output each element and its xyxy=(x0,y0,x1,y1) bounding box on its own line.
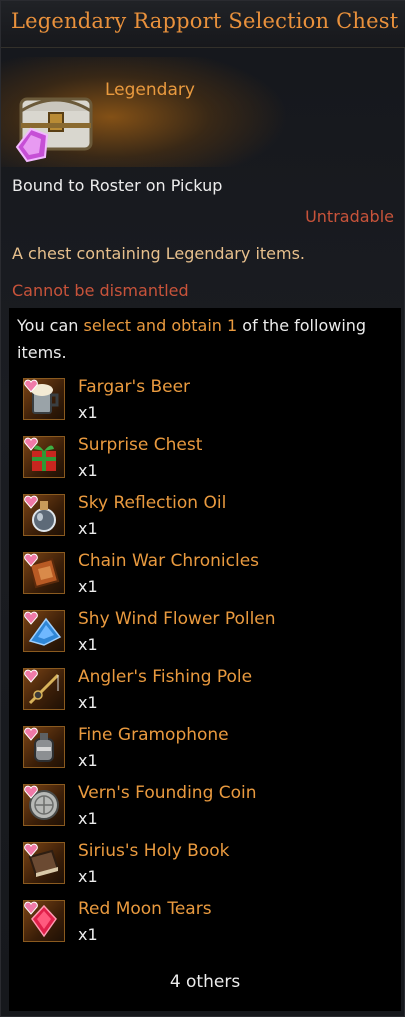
list-item[interactable]: Angler's Fishing Pole x1 xyxy=(9,665,401,721)
untradable-status: Untradable xyxy=(305,207,394,226)
list-item[interactable]: Sirius's Holy Book x1 xyxy=(9,839,401,895)
dismantle-status: Cannot be dismantled xyxy=(12,281,189,300)
item-quantity: x1 xyxy=(78,809,98,828)
item-name: Angler's Fishing Pole xyxy=(78,667,253,687)
item-tooltip: Legendary Rapport Selection Chest Legend… xyxy=(0,0,405,1017)
potion-flask-icon xyxy=(23,494,65,536)
heart-icon xyxy=(24,495,38,509)
item-quantity: x1 xyxy=(78,693,98,712)
item-quantity: x1 xyxy=(78,751,98,770)
beer-mug-icon xyxy=(23,378,65,420)
item-title: Legendary Rapport Selection Chest xyxy=(11,9,399,33)
heart-icon xyxy=(24,843,38,857)
list-item[interactable]: Shy Wind Flower Pollen x1 xyxy=(9,607,401,663)
chest-icon xyxy=(11,77,97,163)
item-quantity: x1 xyxy=(78,867,98,886)
title-bar: Legendary Rapport Selection Chest xyxy=(1,1,405,48)
item-quantity: x1 xyxy=(78,403,98,422)
grade-label: Legendary xyxy=(105,80,195,100)
heart-icon xyxy=(24,669,38,683)
heart-icon xyxy=(24,553,38,567)
item-name: Surprise Chest xyxy=(78,435,203,455)
item-name: Chain War Chronicles xyxy=(78,551,260,571)
selection-instruction: You can select and obtain 1 of the follo… xyxy=(17,312,387,366)
item-quantity: x1 xyxy=(78,577,98,596)
item-name: Red Moon Tears xyxy=(78,899,212,919)
bound-status: Bound to Roster on Pickup xyxy=(12,176,223,195)
item-name: Sirius's Holy Book xyxy=(78,841,230,861)
holy-book-icon xyxy=(23,842,65,884)
item-name: Shy Wind Flower Pollen xyxy=(78,609,276,629)
heart-icon xyxy=(24,901,38,915)
heart-icon xyxy=(24,611,38,625)
item-name: Sky Reflection Oil xyxy=(78,493,227,513)
list-item[interactable]: Red Moon Tears x1 xyxy=(9,897,401,953)
item-description: A chest containing Legendary items. xyxy=(12,244,306,263)
item-quantity: x1 xyxy=(78,635,98,654)
heart-icon xyxy=(24,379,38,393)
item-name: Fargar's Beer xyxy=(78,377,191,397)
list-item[interactable]: Surprise Chest x1 xyxy=(9,433,401,489)
item-name: Fine Gramophone xyxy=(78,725,229,745)
more-items-label: 4 others xyxy=(169,972,241,992)
list-item[interactable]: Vern's Founding Coin x1 xyxy=(9,781,401,837)
heart-icon xyxy=(24,727,38,741)
list-item[interactable]: Fine Gramophone x1 xyxy=(9,723,401,779)
selection-prefix: You can xyxy=(17,316,84,335)
gift-box-icon xyxy=(23,436,65,478)
red-gem-icon xyxy=(23,900,65,942)
item-name: Vern's Founding Coin xyxy=(78,783,257,803)
list-item[interactable]: Chain War Chronicles x1 xyxy=(9,549,401,605)
selection-highlight: select and obtain 1 xyxy=(83,316,238,335)
heart-icon xyxy=(24,785,38,799)
list-item[interactable]: Sky Reflection Oil x1 xyxy=(9,491,401,547)
item-quantity: x1 xyxy=(78,519,98,538)
gramophone-icon xyxy=(23,726,65,768)
coin-icon xyxy=(23,784,65,826)
fishing-pole-icon xyxy=(23,668,65,710)
item-quantity: x1 xyxy=(78,461,98,480)
book-icon xyxy=(23,552,65,594)
item-header: Legendary xyxy=(1,57,405,167)
heart-icon xyxy=(24,437,38,451)
selection-panel: You can select and obtain 1 of the follo… xyxy=(9,308,401,1011)
pollen-pile-icon xyxy=(23,610,65,652)
list-item[interactable]: Fargar's Beer x1 xyxy=(9,375,401,431)
item-quantity: x1 xyxy=(78,925,98,944)
